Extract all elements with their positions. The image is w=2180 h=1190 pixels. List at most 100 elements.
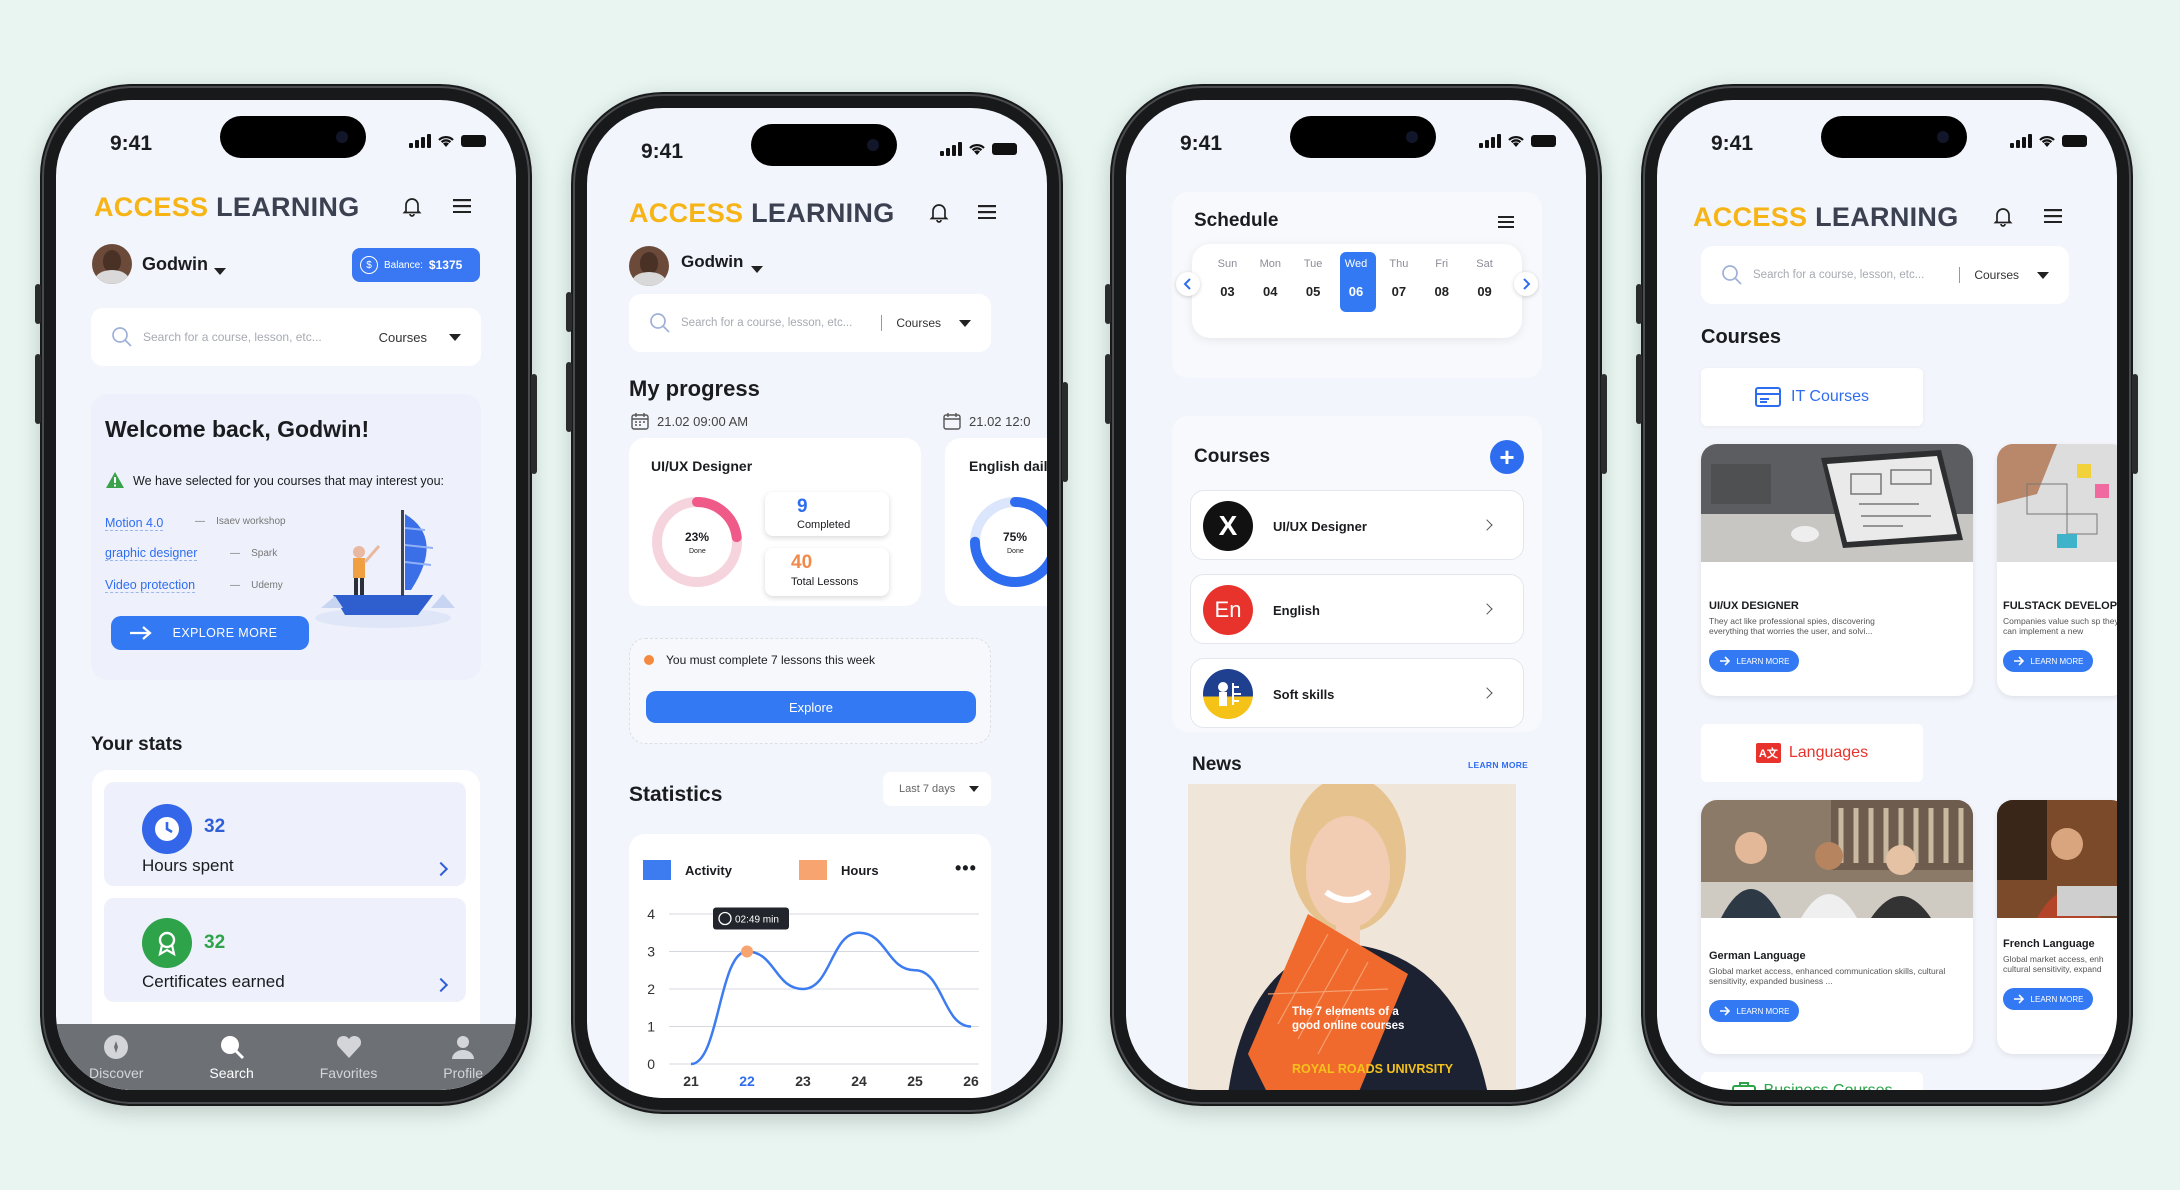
search-bar[interactable]: Search for a course, lesson, etc... Cour… (629, 294, 991, 352)
chevron-down-icon[interactable] (214, 262, 226, 280)
status-icons (940, 142, 1017, 156)
bell-icon[interactable] (398, 192, 426, 220)
battery-icon (1531, 135, 1556, 147)
category-select[interactable]: Courses (896, 316, 941, 330)
phone-courses: 9:41 ACCESS LEARNING Search for a course… (1636, 84, 2138, 1106)
status-time: 9:41 (1180, 132, 1223, 155)
highlight-point[interactable] (741, 945, 753, 958)
chevron-down-icon[interactable] (2037, 268, 2049, 282)
learn-more-button[interactable]: LEARN MORE (2003, 650, 2093, 672)
user-name[interactable]: Godwin (681, 252, 743, 272)
x-tick-label: 21 (683, 1073, 699, 1089)
add-course-button[interactable]: + (1490, 440, 1524, 474)
avatar[interactable] (92, 244, 132, 284)
balance-badge[interactable]: $ Balance: $1375 (352, 248, 480, 282)
course-row-uiux[interactable]: X UI/UX Designer (1190, 490, 1524, 560)
menu-icon[interactable] (1494, 210, 1518, 234)
stat-card-hours[interactable]: 32 Hours spent (104, 782, 466, 886)
schedule-title: Schedule (1194, 210, 1279, 231)
learn-more-button[interactable]: LEARN MORE (2003, 988, 2093, 1010)
x-tick-label: 25 (907, 1073, 923, 1089)
learn-more-link[interactable]: LEARN MORE (1468, 760, 1528, 770)
courses-title: Courses (1701, 326, 1782, 348)
chevron-down-icon[interactable] (449, 330, 461, 344)
course-row-english[interactable]: En English (1190, 574, 1524, 644)
chevron-left-icon[interactable] (1176, 272, 1200, 296)
course-card-french[interactable]: French Language Global market access, en… (1997, 800, 2117, 1054)
menu-icon[interactable] (450, 194, 474, 218)
stat-card-certificates[interactable]: 32 Certificates earned (104, 898, 466, 1002)
students-library-image (1701, 800, 1973, 918)
avatar[interactable] (629, 246, 669, 286)
course-card-german[interactable]: German Language Global market access, en… (1701, 800, 1973, 1054)
category-select[interactable]: Courses (379, 330, 427, 345)
learn-more-button[interactable]: LEARN MORE (1709, 650, 1799, 672)
course-card-title: FULSTACK DEVELOP (2003, 600, 2117, 612)
day-thu[interactable]: Thu 07 (1381, 254, 1417, 299)
category-select[interactable]: Courses (1974, 268, 2019, 282)
dynamic-island (1290, 116, 1436, 158)
search-bar[interactable]: Search for a course, lesson, etc... Cour… (91, 308, 481, 366)
learn-more-button[interactable]: LEARN MORE (1709, 1000, 1799, 1022)
search-input[interactable]: Search for a course, lesson, etc... (143, 330, 379, 344)
search-input[interactable]: Search for a course, lesson, etc... (1753, 269, 1945, 281)
completed-value: 9 (797, 496, 808, 517)
category-it-courses[interactable]: IT Courses (1701, 368, 1923, 426)
compass-icon (104, 1035, 129, 1059)
days-row: Sun 03 Mon 04 Tue 05 Wed 06 Thu 07 Fri 08 Sat 09 (1212, 254, 1512, 314)
explore-button[interactable]: Explore (646, 691, 976, 723)
bottom-nav: Discover Search Favorites Profile (56, 1024, 516, 1090)
news-image[interactable]: The 7 elements of a good online courses … (1188, 784, 1516, 1090)
search-icon (112, 327, 132, 347)
search-input[interactable]: Search for a course, lesson, etc... (681, 317, 867, 329)
tooltip-text: 02:49 min (735, 915, 779, 926)
day-wed[interactable]: Wed 06 (1338, 254, 1374, 299)
course-progress-card[interactable]: English dail 75% Done (945, 438, 1047, 606)
news-title: News (1192, 754, 1242, 775)
day-sat[interactable]: Sat 09 (1467, 254, 1503, 299)
chevron-right-icon[interactable] (433, 977, 449, 993)
english-badge-icon: En (1203, 585, 1253, 635)
y-tick-label: 4 (647, 906, 655, 922)
welcome-title: Welcome back, Godwin! (105, 416, 370, 442)
chevron-right-icon[interactable] (433, 861, 449, 877)
chevron-down-icon (969, 786, 980, 792)
nav-profile[interactable]: Profile (443, 1033, 483, 1081)
wifi-icon (2039, 136, 2055, 147)
bell-icon[interactable] (925, 198, 953, 226)
day-fri[interactable]: Fri 08 (1424, 254, 1460, 299)
explore-more-button[interactable]: EXPLORE MORE (111, 616, 309, 650)
wifi-icon (438, 136, 454, 147)
category-languages[interactable]: A文 Languages (1701, 724, 1923, 782)
user-name[interactable]: Godwin (142, 254, 208, 275)
x-tick-label: 23 (795, 1073, 811, 1089)
nav-discover[interactable]: Discover (89, 1033, 143, 1081)
course-card-fullstack[interactable]: FULSTACK DEVELOP Companies value such sp… (1997, 444, 2117, 696)
bell-icon[interactable] (1989, 202, 2017, 230)
translate-icon: A文 (1755, 743, 1781, 763)
category-business-courses[interactable]: Business Courses (1701, 1072, 1923, 1090)
menu-icon[interactable] (2041, 204, 2065, 228)
chevron-right-icon[interactable] (1514, 272, 1538, 296)
chevron-right-icon (1481, 687, 1493, 699)
more-options-icon[interactable]: ••• (955, 858, 977, 879)
battery-icon (992, 143, 1017, 155)
range-select[interactable]: Last 7 days (883, 772, 991, 806)
day-sun[interactable]: Sun 03 (1209, 254, 1245, 299)
chevron-down-icon[interactable] (751, 260, 763, 278)
dynamic-island (751, 124, 897, 166)
nav-search[interactable]: Search (209, 1033, 254, 1081)
progress-date: 21.02 12:0 (969, 414, 1031, 429)
course-card-uiux[interactable]: UI/UX DESIGNER They act like professiona… (1701, 444, 1973, 696)
course-row-soft-skills[interactable]: Soft skills (1190, 658, 1524, 728)
screen: 9:41 ACCESS LEARNING Godwin Search for a… (587, 108, 1047, 1098)
day-mon[interactable]: Mon 04 (1252, 254, 1288, 299)
chevron-down-icon[interactable] (959, 316, 971, 330)
nav-favorites[interactable]: Favorites (320, 1033, 377, 1081)
menu-icon[interactable] (975, 200, 999, 224)
balance-label: Balance: (384, 259, 423, 271)
legend-swatch-hours (799, 860, 827, 880)
search-bar[interactable]: Search for a course, lesson, etc... Cour… (1701, 246, 2069, 304)
course-progress-card[interactable]: UI/UX Designer 23% Done 9 Completed 40 T… (629, 438, 921, 606)
day-tue[interactable]: Tue 05 (1295, 254, 1331, 299)
